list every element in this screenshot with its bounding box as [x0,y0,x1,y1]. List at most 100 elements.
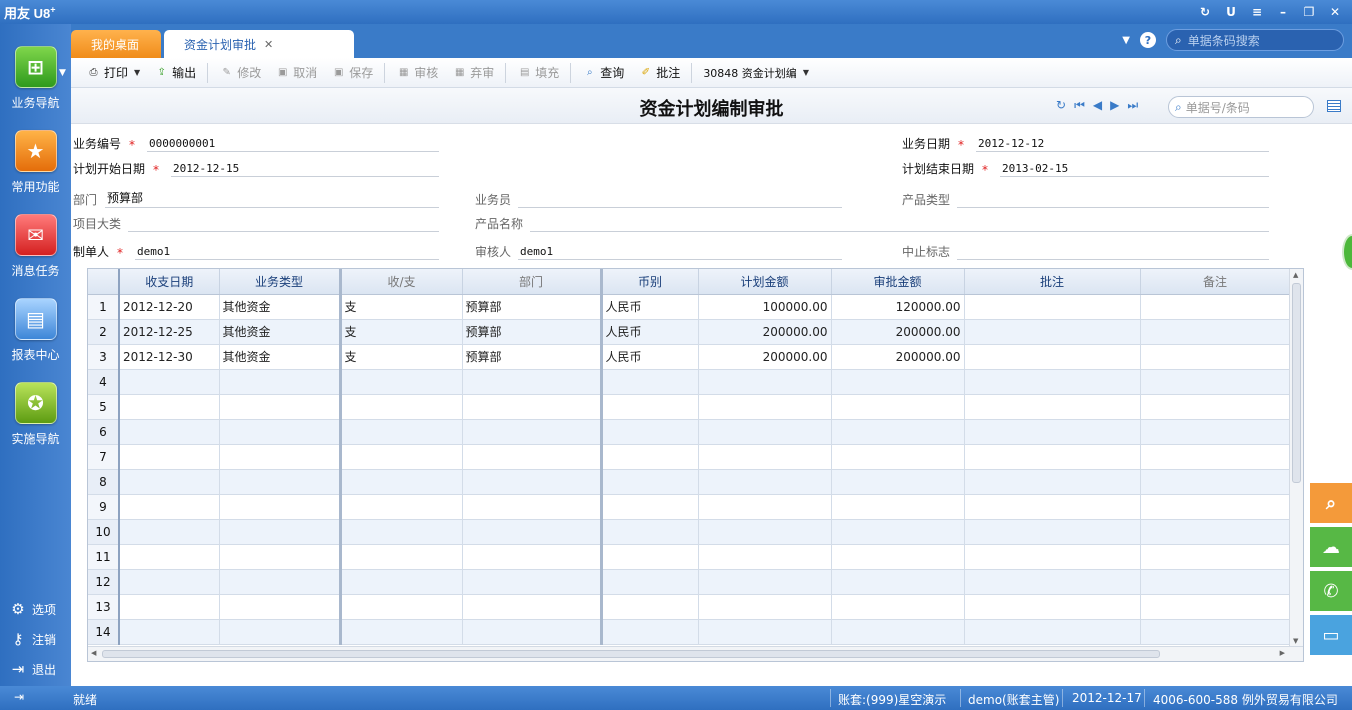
table-cell[interactable] [462,619,602,645]
table-cell[interactable] [1140,419,1291,445]
column-header[interactable]: 币别 [599,269,699,295]
table-cell[interactable] [831,544,965,570]
product-name-field[interactable]: 产品名称 [475,214,1269,232]
chevron-down-icon[interactable]: ▼ [1122,35,1130,46]
prev-record-icon[interactable]: ◀ [1093,98,1102,113]
table-cell[interactable] [1140,319,1291,345]
fill-button[interactable]: ▤ 填充 [510,62,566,84]
stop-flag-field[interactable]: 中止标志 [902,242,1269,260]
table-cell[interactable]: 2012-12-25 [119,319,220,345]
table-cell[interactable] [698,494,832,520]
table-cell[interactable]: 2012-12-20 [119,294,220,320]
column-header[interactable]: 业务类型 [219,269,341,295]
query-button[interactable]: ⌕ 查询 [575,62,631,84]
table-cell[interactable] [462,494,602,520]
table-cell[interactable] [599,419,699,445]
table-row[interactable]: 5 [88,394,1291,420]
table-cell[interactable] [338,394,463,420]
table-cell[interactable] [119,619,220,645]
table-cell[interactable] [119,569,220,595]
table-row[interactable]: 4 [88,369,1291,395]
exit-button[interactable]: ⇥ 退出 [10,660,56,678]
table-cell[interactable] [1140,344,1291,370]
table-cell[interactable] [338,519,463,545]
table-cell[interactable] [1140,494,1291,520]
sidebar-item-business-nav[interactable]: ⊞ 业务导航 [0,46,71,111]
barcode-search-input[interactable]: ⌕ 单据条码搜索 [1166,29,1344,51]
project-class-field[interactable]: 项目大类 [73,214,439,232]
dept-field[interactable]: 部门 预算部 [73,190,439,208]
sidebar-item-implementation[interactable]: ✪ 实施导航 [0,382,71,447]
table-cell[interactable] [219,369,341,395]
table-cell[interactable] [119,369,220,395]
edit-button[interactable]: ✎ 修改 [212,62,268,84]
table-cell[interactable]: 人民币 [599,319,699,345]
sidebar-item-messages[interactable]: ✉ 消息任务 [0,214,71,279]
table-cell[interactable] [338,619,463,645]
table-cell[interactable]: 支 [338,294,463,320]
table-cell[interactable] [119,394,220,420]
cancel-button[interactable]: ▣ 取消 [268,62,324,84]
first-record-icon[interactable]: ⏮ [1074,98,1085,113]
table-cell[interactable] [219,469,341,495]
refresh-icon[interactable]: ↻ [1194,2,1216,22]
sidebar-item-reports[interactable]: ▤ 报表中心 [0,298,71,363]
table-row[interactable]: 3 2012-12-30 其他资金支预算部 人民币 200000.00 200000.00 [88,344,1291,370]
table-cell[interactable] [119,594,220,620]
table-cell[interactable] [599,494,699,520]
table-row[interactable]: 1 2012-12-20 其他资金支预算部 人民币 100000.00 120000.00 [88,294,1291,320]
table-cell[interactable] [219,519,341,545]
restore-icon[interactable]: ❐ [1298,2,1320,22]
last-record-icon[interactable]: ⏭ [1127,98,1138,113]
table-cell[interactable] [119,419,220,445]
salesman-field[interactable]: 业务员 [475,190,842,208]
table-cell[interactable] [1140,519,1291,545]
table-cell[interactable] [462,419,602,445]
table-cell[interactable] [1140,294,1291,320]
table-cell[interactable] [219,619,341,645]
table-cell[interactable] [338,419,463,445]
table-cell[interactable] [964,544,1141,570]
table-cell[interactable] [599,394,699,420]
close-tab-icon[interactable]: ✕ [264,38,273,51]
table-cell[interactable]: 其他资金 [219,319,341,345]
table-cell[interactable] [338,494,463,520]
table-cell[interactable] [1140,594,1291,620]
chat-icon[interactable]: ✆ [1310,571,1352,611]
print-button[interactable]: ⎙ 打印 ▼ [79,62,147,84]
table-cell[interactable] [698,569,832,595]
table-cell[interactable] [219,569,341,595]
scroll-thumb[interactable] [1292,283,1301,483]
table-cell[interactable]: 200000.00 [698,344,832,370]
table-row[interactable]: 11 [88,544,1291,570]
plan-start-field[interactable]: 计划开始日期 * 2012-12-15 [73,159,439,177]
table-row[interactable]: 12 [88,569,1291,595]
table-cell[interactable]: 人民币 [599,294,699,320]
maker-field[interactable]: 制单人 * demo1 [73,242,439,260]
table-cell[interactable] [219,394,341,420]
table-cell[interactable] [338,444,463,470]
table-row[interactable]: 2 2012-12-25 其他资金支预算部 人民币 200000.00 200000.00 [88,319,1291,345]
table-cell[interactable] [219,419,341,445]
table-cell[interactable] [599,519,699,545]
menu-icon[interactable]: ≡ [1246,2,1268,22]
logout-button[interactable]: ⚷ 注销 [10,630,57,648]
table-cell[interactable] [698,469,832,495]
table-cell[interactable] [964,594,1141,620]
save-button[interactable]: ▣ 保存 [324,62,380,84]
table-cell[interactable] [831,394,965,420]
message-box-icon[interactable]: ▭ [1310,615,1352,655]
cloud-icon[interactable]: ☁ [1310,527,1352,567]
table-row[interactable]: 14 [88,619,1291,645]
plan-end-field[interactable]: 计划结束日期 * 2013-02-15 [902,159,1269,177]
table-row[interactable]: 6 [88,419,1291,445]
pin-icon[interactable]: ⇥ [14,690,24,704]
minimize-icon[interactable]: – [1272,2,1294,22]
table-cell[interactable]: 预算部 [462,294,602,320]
table-cell[interactable]: 其他资金 [219,344,341,370]
table-cell[interactable] [964,319,1141,345]
table-cell[interactable] [219,544,341,570]
column-header[interactable]: 批注 [964,269,1141,295]
table-cell[interactable] [831,469,965,495]
table-cell[interactable] [698,369,832,395]
